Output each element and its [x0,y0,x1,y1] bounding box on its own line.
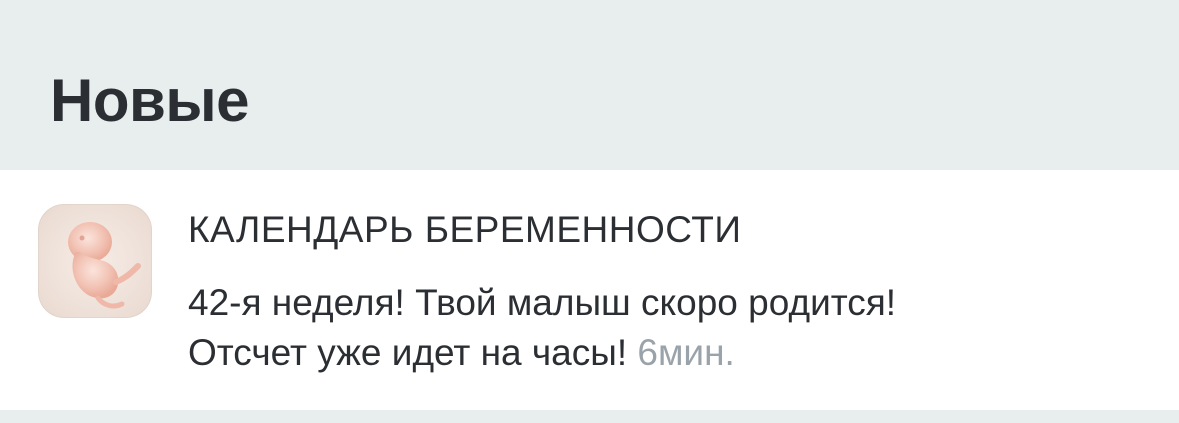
notification-app-name: КАЛЕНДАРЬ БЕРЕМЕННОСТИ [188,209,742,250]
bottom-divider [0,410,1179,423]
fetus-icon [38,204,152,318]
notification-message-line1: 42-я неделя! Твой малыш скоро родится! [188,282,897,323]
notification-time: 6мин. [637,332,735,373]
notification-message: 42-я неделя! Твой малыш скоро родится! О… [188,278,1148,378]
notification-message-line2: Отсчет уже идет на часы! [188,332,628,373]
section-title: Новые [50,67,249,134]
section-header: Новые [0,0,1179,170]
notification-item[interactable]: КАЛЕНДАРЬ БЕРЕМЕННОСТИ 42-я неделя! Твой… [0,170,1179,410]
